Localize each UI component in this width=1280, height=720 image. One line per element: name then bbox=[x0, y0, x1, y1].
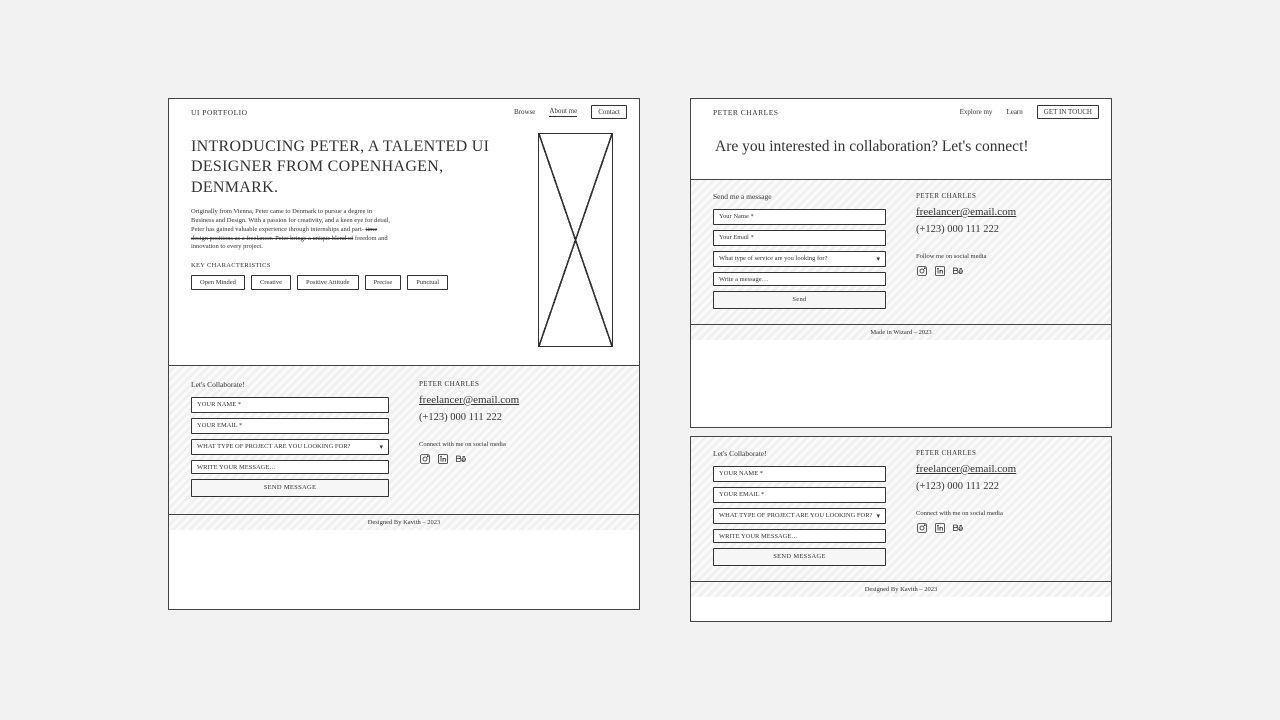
instagram-icon[interactable] bbox=[916, 521, 928, 533]
message-textarea[interactable]: Write a message… bbox=[713, 272, 886, 286]
social-label: Follow me on social media bbox=[916, 253, 1089, 260]
contact-heading: Let's Collaborate! bbox=[713, 449, 886, 458]
wireframe-contact-page: PETER CHARLES Explore my Learn GET IN TO… bbox=[690, 98, 1112, 428]
service-type-select-label: What type of service are you looking for… bbox=[719, 255, 827, 263]
message-textarea[interactable]: WRITE YOUR MESSAGE… bbox=[191, 460, 389, 474]
chevron-down-icon: ▾ bbox=[876, 512, 880, 520]
instagram-icon[interactable] bbox=[916, 264, 928, 276]
send-button[interactable]: Send bbox=[713, 291, 886, 309]
primary-nav: Explore my Learn GET IN TOUCH bbox=[960, 105, 1099, 119]
linkedin-icon[interactable] bbox=[934, 264, 946, 276]
project-type-select[interactable]: WHAT TYPE OF PROJECT ARE YOU LOOKING FOR… bbox=[713, 508, 886, 524]
service-type-select[interactable]: What type of service are you looking for… bbox=[713, 251, 886, 267]
header: PETER CHARLES Explore my Learn GET IN TO… bbox=[691, 99, 1111, 123]
nav-contact-button[interactable]: Contact bbox=[591, 105, 627, 119]
nav-learn[interactable]: Learn bbox=[1006, 108, 1022, 116]
name-input[interactable]: YOUR NAME * bbox=[191, 397, 389, 413]
hero-section: Are you interested in collaboration? Let… bbox=[691, 123, 1111, 179]
send-message-button[interactable]: SEND MESSAGE bbox=[713, 548, 886, 566]
social-icons bbox=[419, 452, 617, 464]
name-input[interactable]: Your Name * bbox=[713, 209, 886, 225]
characteristics-chips: Open Minded Creative Positive Attitude P… bbox=[191, 275, 520, 290]
social-icons bbox=[916, 264, 1089, 276]
linkedin-icon[interactable] bbox=[437, 452, 449, 464]
linkedin-icon[interactable] bbox=[934, 521, 946, 533]
hero-title: INTRODUCING PETER, A TALENTED UI DESIGNE… bbox=[191, 137, 520, 198]
instagram-icon[interactable] bbox=[419, 452, 431, 464]
get-in-touch-button[interactable]: GET IN TOUCH bbox=[1037, 105, 1099, 119]
header: UI PORTFOLIO Browse About me Contact bbox=[169, 99, 639, 123]
email-input[interactable]: Your Email * bbox=[713, 230, 886, 246]
contact-email-link[interactable]: freelancer@email.com bbox=[916, 206, 1089, 218]
footer: Made in Wizard – 2023 bbox=[691, 324, 1111, 340]
chip-punctual[interactable]: Punctual bbox=[407, 275, 448, 290]
chip-precise[interactable]: Precise bbox=[365, 275, 402, 290]
behance-icon[interactable] bbox=[455, 452, 467, 464]
behance-icon[interactable] bbox=[952, 521, 964, 533]
site-logo[interactable]: PETER CHARLES bbox=[713, 108, 778, 117]
contact-email-link[interactable]: freelancer@email.com bbox=[916, 463, 1089, 475]
contact-phone: (+123) 000 111 222 bbox=[916, 481, 1089, 492]
social-label: Connect with me on social media bbox=[916, 510, 1089, 517]
hero-paragraph: Originally from Vienna, Peter came to De… bbox=[191, 208, 391, 252]
contact-heading: Let's Collaborate! bbox=[191, 380, 389, 389]
contact-brand: PETER CHARLES bbox=[916, 192, 1089, 200]
email-input[interactable]: YOUR EMAIL * bbox=[191, 418, 389, 434]
hero-image-placeholder bbox=[538, 133, 613, 347]
email-input[interactable]: YOUR EMAIL * bbox=[713, 487, 886, 503]
chip-creative[interactable]: Creative bbox=[251, 275, 291, 290]
message-textarea[interactable]: WRITE YOUR MESSAGE… bbox=[713, 529, 886, 543]
footer: Designed By Kavith – 2023 bbox=[691, 581, 1111, 597]
site-logo[interactable]: UI PORTFOLIO bbox=[191, 108, 248, 117]
contact-phone: (+123) 000 111 222 bbox=[419, 412, 617, 423]
chevron-down-icon: ▾ bbox=[876, 255, 880, 263]
project-type-select-label: WHAT TYPE OF PROJECT ARE YOU LOOKING FOR… bbox=[719, 512, 872, 520]
contact-section: Send me a message Your Name * Your Email… bbox=[691, 179, 1111, 340]
contact-section: Let's Collaborate! YOUR NAME * YOUR EMAI… bbox=[691, 437, 1111, 597]
behance-icon[interactable] bbox=[952, 264, 964, 276]
hero-paragraph-line1: Originally from Vienna, Peter came to De… bbox=[191, 208, 390, 233]
hero-title: Are you interested in collaboration? Let… bbox=[715, 137, 1081, 157]
contact-brand: PETER CHARLES bbox=[419, 380, 617, 388]
chip-open-minded[interactable]: Open Minded bbox=[191, 275, 245, 290]
name-input[interactable]: YOUR NAME * bbox=[713, 466, 886, 482]
nav-explore[interactable]: Explore my bbox=[960, 108, 993, 116]
key-characteristics-label: KEY CHARACTERISTICS bbox=[191, 262, 520, 269]
chevron-down-icon: ▾ bbox=[379, 443, 383, 451]
nav-browse[interactable]: Browse bbox=[514, 108, 535, 116]
project-type-select[interactable]: WHAT TYPE OF PROJECT ARE YOU LOOKING FOR… bbox=[191, 439, 389, 455]
contact-email-link[interactable]: freelancer@email.com bbox=[419, 394, 617, 406]
contact-section: Let's Collaborate! YOUR NAME * YOUR EMAI… bbox=[169, 365, 639, 530]
footer: Designed By Kavith – 2023 bbox=[169, 514, 639, 530]
social-icons bbox=[916, 521, 1089, 533]
contact-phone: (+123) 000 111 222 bbox=[916, 224, 1089, 235]
chip-positive[interactable]: Positive Attitude bbox=[297, 275, 359, 290]
hero-section: INTRODUCING PETER, A TALENTED UI DESIGNE… bbox=[169, 123, 639, 365]
wireframe-footer-only: Let's Collaborate! YOUR NAME * YOUR EMAI… bbox=[690, 436, 1112, 622]
primary-nav: Browse About me Contact bbox=[514, 105, 627, 119]
project-type-select-label: WHAT TYPE OF PROJECT ARE YOU LOOKING FOR… bbox=[197, 443, 350, 451]
contact-heading: Send me a message bbox=[713, 192, 886, 201]
nav-about[interactable]: About me bbox=[549, 107, 577, 117]
social-label: Connect with me on social media bbox=[419, 441, 617, 448]
contact-brand: PETER CHARLES bbox=[916, 449, 1089, 457]
send-message-button[interactable]: SEND MESSAGE bbox=[191, 479, 389, 497]
wireframe-about-page: UI PORTFOLIO Browse About me Contact INT… bbox=[168, 98, 640, 610]
